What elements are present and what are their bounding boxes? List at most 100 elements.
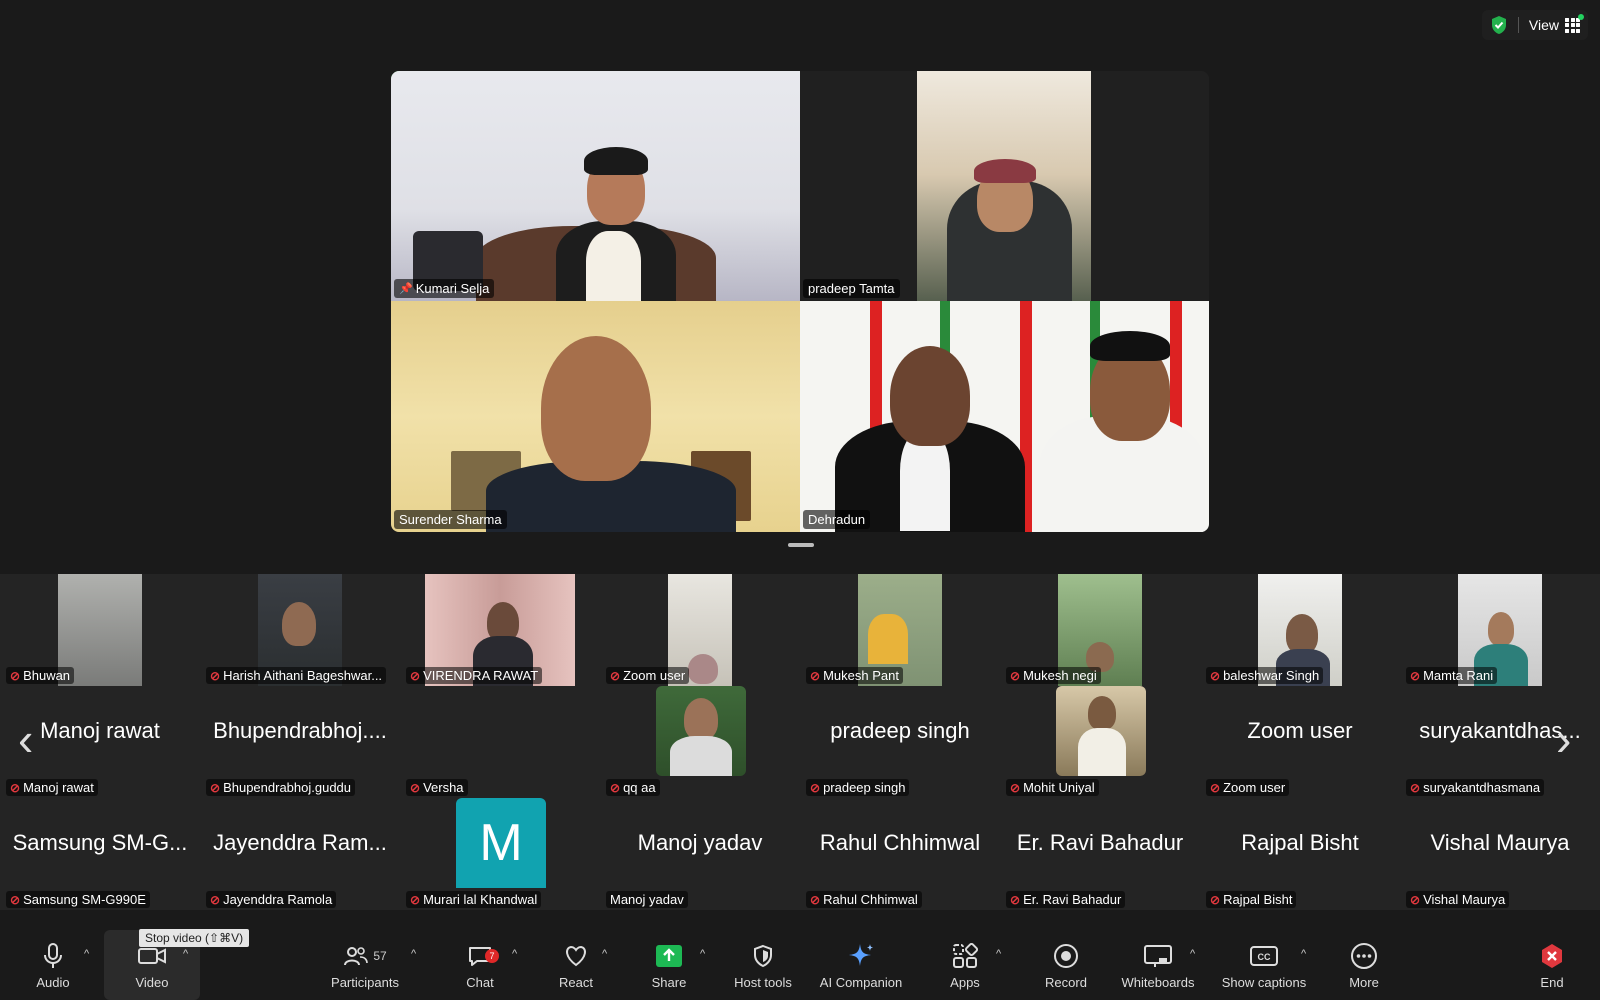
closed-captions-icon: CC: [1250, 946, 1278, 966]
gallery-tile[interactable]: Rahul Chhimwal ⊘ Rahul Chhimwal: [800, 798, 1000, 910]
more-button[interactable]: More: [1336, 930, 1392, 1000]
gallery-prev-arrow-icon[interactable]: ‹: [18, 716, 33, 762]
avatar: M: [456, 798, 546, 888]
gallery-tile[interactable]: ⊘ Mamta Rani: [1400, 574, 1600, 686]
muted-mic-icon: ⊘: [610, 668, 621, 683]
gallery-tile[interactable]: Samsung SM-G... ⊘ Samsung SM-G990E: [0, 798, 200, 910]
participant-name-label: pradeep Tamta: [803, 279, 900, 298]
record-button[interactable]: Record: [1036, 930, 1096, 1000]
audio-button[interactable]: Audio: [22, 930, 84, 1000]
muted-mic-icon: ⊘: [210, 892, 221, 907]
audio-options-caret-icon[interactable]: ^: [84, 948, 89, 960]
gallery-tile[interactable]: ⊘ Bhuwan: [0, 574, 200, 686]
show-captions-button[interactable]: CC Show captions: [1216, 930, 1312, 1000]
muted-mic-icon: ⊘: [1010, 780, 1021, 795]
gallery-tile[interactable]: pradeep singh ⊘ pradeep singh: [800, 686, 1000, 798]
video-tooltip: Stop video (⇧⌘V): [139, 929, 250, 947]
gallery-tile[interactable]: ⊘ baleshwar Singh: [1200, 574, 1400, 686]
muted-mic-icon: ⊘: [810, 668, 821, 683]
muted-mic-icon: ⊘: [210, 780, 221, 795]
gallery-tile[interactable]: ⊘ Mukesh negi: [1000, 574, 1200, 686]
muted-mic-icon: ⊘: [1010, 668, 1021, 683]
end-button[interactable]: End: [1530, 930, 1574, 1000]
grid-view-icon: [1565, 17, 1580, 33]
participants-options-caret-icon[interactable]: ^: [411, 948, 416, 960]
video-tile-surender-sharma[interactable]: Surender Sharma: [391, 301, 800, 532]
ai-sparkle-icon: [849, 944, 873, 966]
video-feed: [391, 301, 800, 532]
shield-icon: [754, 944, 772, 968]
record-icon: [1054, 944, 1078, 968]
muted-mic-icon: ⊘: [1410, 780, 1421, 795]
gallery-tile[interactable]: Er. Ravi Bahadur ⊘ Er. Ravi Bahadur: [1000, 798, 1200, 910]
muted-mic-icon: ⊘: [410, 892, 421, 907]
share-options-caret-icon[interactable]: ^: [700, 948, 705, 960]
video-tile-pradeep-tamta[interactable]: pradeep Tamta: [800, 71, 1209, 301]
participants-button[interactable]: 57 Participants: [326, 930, 404, 1000]
microphone-icon: [44, 943, 62, 968]
gallery-tile[interactable]: ⊘ qq aa: [600, 686, 800, 798]
gallery-tile[interactable]: Jayenddra Ram... ⊘ Jayenddra Ramola: [200, 798, 400, 910]
participants-icon: [344, 947, 369, 966]
share-button[interactable]: Share: [644, 930, 694, 1000]
participant-name-label: Dehradun: [803, 510, 871, 529]
gallery-row-2: Manoj rawat ⊘ Manoj rawat Bhupendrabhoj..…: [0, 686, 1600, 798]
end-meeting-icon: [1542, 944, 1562, 968]
chat-unread-badge: 7: [485, 949, 499, 963]
video-feed: [800, 301, 1209, 532]
gallery-tile[interactable]: ⊘ Zoom user: [600, 574, 800, 686]
video-tile-kumari-selja[interactable]: 📌 Kumari Selja: [391, 71, 800, 301]
apps-options-caret-icon[interactable]: ^: [996, 948, 1001, 960]
muted-mic-icon: ⊘: [1410, 668, 1421, 683]
muted-mic-icon: ⊘: [1210, 892, 1221, 907]
gallery-tile[interactable]: Vishal Maurya ⊘ Vishal Maurya: [1400, 798, 1600, 910]
muted-mic-icon: ⊘: [10, 668, 21, 683]
muted-mic-icon: ⊘: [210, 668, 221, 683]
react-options-caret-icon[interactable]: ^: [602, 948, 607, 960]
whiteboard-icon: [1144, 945, 1172, 967]
view-label: View: [1528, 17, 1559, 33]
muted-mic-icon: ⊘: [810, 780, 821, 795]
gallery-next-arrow-icon[interactable]: ›: [1556, 716, 1571, 762]
gallery-tile[interactable]: Manoj yadav Manoj yadav: [600, 798, 800, 910]
gallery-tile[interactable]: ⊘ Mukesh Pant: [800, 574, 1000, 686]
participant-count: 57: [373, 949, 387, 963]
muted-mic-icon: ⊘: [410, 780, 421, 795]
apps-button[interactable]: Apps: [940, 930, 990, 1000]
chat-options-caret-icon[interactable]: ^: [512, 948, 517, 960]
gallery-tile[interactable]: ⊘ VIRENDRA RAWAT: [400, 574, 600, 686]
gallery-tile[interactable]: ⊘ Harish Aithani Bageshwar...: [200, 574, 400, 686]
video-options-caret-icon[interactable]: ^: [183, 948, 188, 960]
ai-companion-button[interactable]: AI Companion: [813, 930, 909, 1000]
chat-button[interactable]: 7 Chat: [455, 930, 505, 1000]
gallery-tile[interactable]: Zoom user ⊘ Zoom user: [1200, 686, 1400, 798]
resize-drag-handle[interactable]: [788, 543, 814, 547]
whiteboards-options-caret-icon[interactable]: ^: [1190, 948, 1195, 960]
participant-name-label: Surender Sharma: [394, 510, 507, 529]
whiteboards-button[interactable]: Whiteboards: [1116, 930, 1200, 1000]
react-button[interactable]: React: [551, 930, 601, 1000]
gallery-tile[interactable]: Rajpal Bisht ⊘ Rajpal Bisht: [1200, 798, 1400, 910]
heart-icon: [566, 945, 586, 967]
top-right-controls: View: [1481, 10, 1588, 40]
captions-options-caret-icon[interactable]: ^: [1301, 948, 1306, 960]
muted-mic-icon: ⊘: [1210, 780, 1221, 795]
muted-mic-icon: ⊘: [1010, 892, 1021, 907]
gallery-row-3: Samsung SM-G... ⊘ Samsung SM-G990E Jayend…: [0, 798, 1600, 910]
gallery-tile[interactable]: M ⊘ Murari lal Khandwal: [400, 798, 600, 910]
gallery-tile[interactable]: ⊘ Mohit Uniyal: [1000, 686, 1200, 798]
shield-check-icon[interactable]: [1490, 15, 1508, 35]
video-tile-dehradun[interactable]: Dehradun: [800, 301, 1209, 532]
gallery-tile[interactable]: ⊘ Versha: [400, 686, 600, 798]
status-dot: [1578, 14, 1584, 20]
host-tools-button[interactable]: Host tools: [728, 930, 798, 1000]
view-button[interactable]: View: [1529, 17, 1580, 33]
participant-name-label: 📌 Kumari Selja: [394, 279, 495, 298]
muted-mic-icon: ⊘: [10, 780, 21, 795]
gallery-tile[interactable]: Bhupendrabhoj.... ⊘ Bhupendrabhoj.guddu: [200, 686, 400, 798]
video-camera-icon: [138, 948, 166, 964]
muted-mic-icon: ⊘: [410, 668, 421, 683]
divider: [1517, 17, 1519, 33]
video-feed: [391, 71, 800, 301]
zoom-meeting-window: View 📌 Kumari Selja pradeep Tamta Surend…: [0, 0, 1600, 1000]
